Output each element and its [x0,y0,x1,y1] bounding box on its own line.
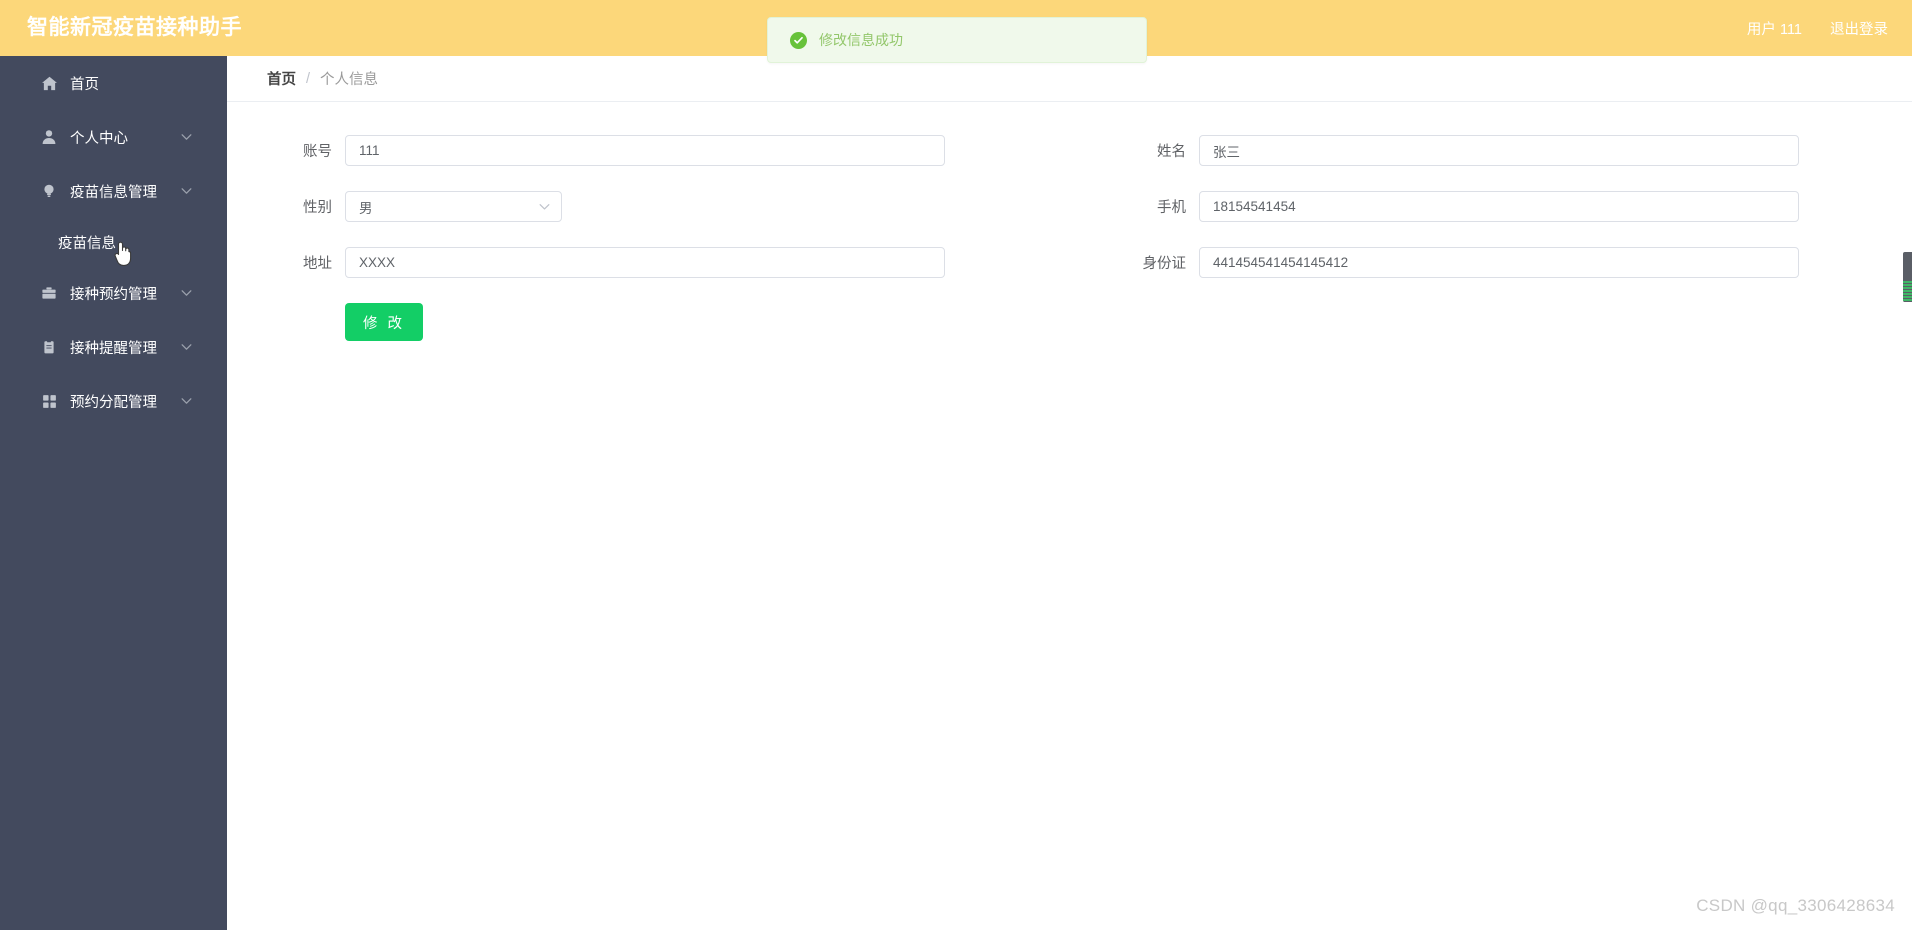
profile-form: 账号 111 姓名 张三 性别 男 手机 18154541454 地址 XXXX… [227,102,1912,341]
home-icon [40,74,58,92]
name-input[interactable]: 张三 [1199,135,1799,166]
app-title: 智能新冠疫苗接种助手 [27,16,242,39]
sidebar-item-vaccine-info-mgmt[interactable]: 疫苗信息管理 [0,164,227,218]
sidebar-item-allocation-mgmt[interactable]: 预约分配管理 [0,374,227,428]
phone-label: 手机 [1157,200,1186,216]
sidebar-item-home[interactable]: 首页 [0,56,227,110]
account-input[interactable]: 111 [345,135,945,166]
sidebar-item-label: 接种预约管理 [70,286,157,303]
success-check-circle-icon [790,31,807,49]
breadcrumb-home[interactable]: 首页 [267,68,296,89]
sidebar-subitem-vaccine-info[interactable]: 疫苗信息 [0,218,227,266]
sidebar-item-label: 疫苗信息管理 [70,184,157,201]
chevron-down-icon [180,395,193,408]
toast-message: 修改信息成功 [819,32,903,48]
chevron-down-icon [538,200,551,213]
idcard-label: 身份证 [1142,256,1187,272]
gender-selected-value: 男 [359,200,373,216]
field-name: 姓名 张三 [1067,135,1867,166]
watermark: CSDN @qq_3306428634 [1696,896,1895,915]
grid-icon [40,392,58,410]
app-root: 智能新冠疫苗接种助手 用户 111 退出登录 修改信息成功 首页 个人中心 疫苗… [0,0,1912,930]
address-label: 地址 [303,256,332,272]
bulb-icon [40,182,58,200]
idcard-input[interactable]: 441454541454145412 [1199,247,1799,278]
header-actions: 用户 111 退出登录 [1747,0,1888,56]
main-content: 首页 / 个人信息 账号 111 姓名 张三 性别 男 手机 181545414… [227,56,1912,930]
user-icon [40,128,58,146]
field-gender: 性别 男 [227,191,1067,222]
sidebar-item-label: 接种提醒管理 [70,340,157,357]
scrollbar-indicator [1903,281,1912,302]
address-input[interactable]: XXXX [345,247,945,278]
name-label: 姓名 [1157,144,1186,160]
page-scrollbar-thumb[interactable] [1903,252,1912,302]
field-account: 账号 111 [227,135,1067,166]
breadcrumb-current: 个人信息 [320,72,379,88]
chevron-down-icon [180,287,193,300]
gender-select[interactable]: 男 [345,191,562,222]
sidebar-subitem-label: 疫苗信息 [58,235,116,252]
sidebar-item-appointment-mgmt[interactable]: 接种预约管理 [0,266,227,320]
form-row-1: 账号 111 姓名 张三 [227,135,1912,166]
sidebar-item-personal-center[interactable]: 个人中心 [0,110,227,164]
logout-button[interactable]: 退出登录 [1830,18,1888,39]
sidebar-item-reminder-mgmt[interactable]: 接种提醒管理 [0,320,227,374]
field-phone: 手机 18154541454 [1067,191,1867,222]
field-idcard: 身份证 441454541454145412 [1067,247,1867,278]
gender-label: 性别 [303,200,332,216]
chevron-down-icon [180,131,193,144]
field-address: 地址 XXXX [227,247,1067,278]
breadcrumb-separator: / [306,70,311,87]
sidebar-item-label: 预约分配管理 [70,394,157,411]
submit-modify-button[interactable]: 修 改 [345,303,424,341]
sidebar-nav: 首页 个人中心 疫苗信息管理 疫苗信息 接种预约管理 接种提醒管理 预约分配管理 [0,56,227,930]
account-label: 账号 [303,144,332,160]
current-user-label[interactable]: 用户 111 [1747,18,1802,39]
chevron-down-icon [180,341,193,354]
phone-input[interactable]: 18154541454 [1199,191,1799,222]
success-toast: 修改信息成功 [767,17,1147,63]
briefcase-icon [40,284,58,302]
chevron-down-icon [180,185,193,198]
sidebar-item-label: 个人中心 [70,130,128,147]
form-actions-spacer [267,303,345,341]
form-row-2: 性别 男 手机 18154541454 [227,191,1912,222]
form-row-3: 地址 XXXX 身份证 441454541454145412 [227,247,1912,278]
clipboard-icon [40,338,58,356]
sidebar-item-label: 首页 [70,76,99,93]
form-actions: 修 改 [227,303,1912,341]
